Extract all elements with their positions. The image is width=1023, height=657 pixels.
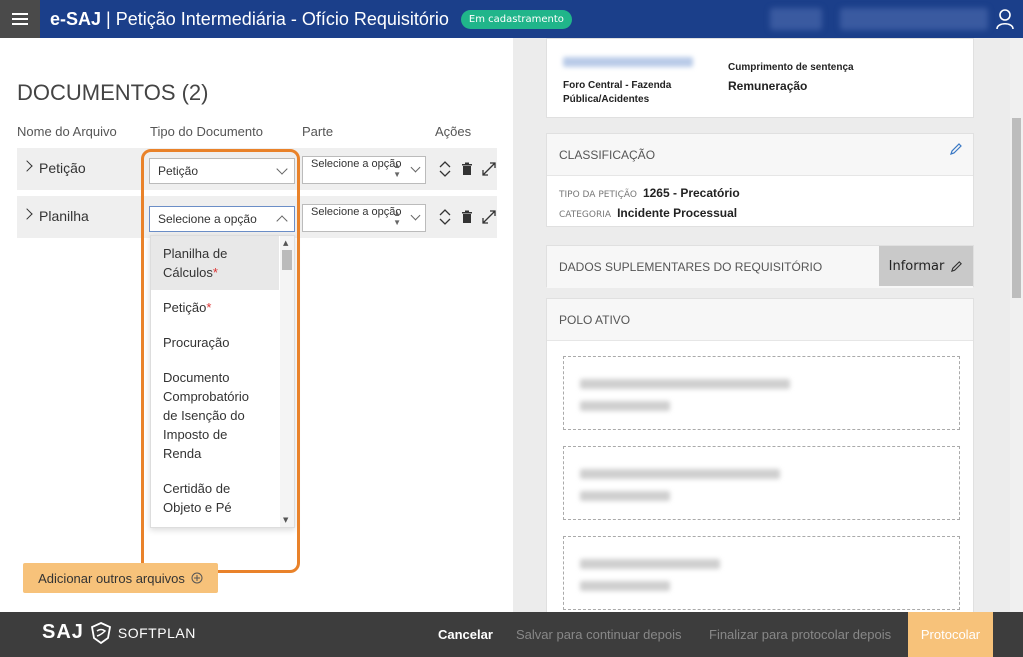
party-name-blurred: [580, 469, 780, 479]
process-number-blurred: [563, 57, 693, 67]
party-doc-blurred: [580, 401, 670, 411]
expand-icon[interactable]: [481, 160, 497, 178]
document-row-planilha: Planilha Selecione a opção Selecione a o…: [17, 196, 497, 238]
chevron-down-icon: [410, 210, 421, 221]
doc-type-value: Selecione a opção: [158, 212, 257, 226]
party-doc-blurred: [580, 491, 670, 501]
page-scrollbar[interactable]: [1010, 38, 1023, 612]
dropdown-option[interactable]: Procuração: [151, 325, 279, 360]
cancel-button[interactable]: Cancelar: [438, 612, 493, 657]
expand-chevron-icon[interactable]: [21, 208, 33, 220]
party-item[interactable]: [563, 536, 960, 610]
dropdown-option[interactable]: Certidão de Objeto e Pé: [151, 471, 279, 525]
footer-bar: SAJ SOFTPLAN Cancelar Salvar para contin…: [0, 612, 1023, 657]
party-item[interactable]: [563, 446, 960, 520]
subject-value: Remuneração: [728, 79, 808, 93]
supplementary-card: DADOS SUPLEMENTARES DO REQUISITÓRIO Info…: [546, 245, 974, 288]
details-pane: Foro Central - Fazenda Pública/Acidentes…: [513, 38, 1010, 612]
plus-circle-icon: [191, 572, 203, 584]
column-file-name: Nome do Arquivo: [17, 124, 117, 139]
doc-type-value: Petição: [158, 164, 199, 178]
party-doc-blurred: [580, 581, 670, 591]
edit-pencil-icon: [951, 260, 963, 272]
footer-logo: SAJ SOFTPLAN: [42, 621, 196, 644]
active-party-card: POLO ATIVO: [546, 298, 974, 612]
inform-button[interactable]: Informar: [879, 246, 973, 286]
column-doc-type: Tipo do Documento: [150, 124, 263, 139]
top-bar: e-SAJ | Petição Intermediária - Ofício R…: [0, 0, 1023, 38]
classification-header: CLASSIFICAÇÃO: [547, 134, 973, 176]
dropdown-scrollbar[interactable]: ▲ ▼: [280, 236, 294, 527]
reorder-icon[interactable]: [437, 208, 453, 226]
title-separator: |: [106, 8, 111, 29]
user-info-blurred: [770, 8, 822, 30]
add-files-label: Adicionar outros arquivos: [38, 570, 185, 586]
documents-pane: DOCUMENTOS (2) Nome do Arquivo Tipo do D…: [0, 38, 513, 612]
chevron-down-icon: [276, 163, 288, 175]
protocol-button[interactable]: Protocolar: [908, 612, 993, 657]
scroll-up-icon[interactable]: ▲: [283, 239, 288, 247]
doc-type-select[interactable]: Selecione a opção: [149, 206, 295, 232]
user-name-blurred: [840, 8, 988, 30]
dropdown-option[interactable]: Petição*: [151, 290, 279, 325]
dropdown-option[interactable]: Planilha de Cálculos*: [151, 236, 279, 290]
spinner-arrows-icon: ▲ ▼: [393, 161, 401, 179]
active-party-header: POLO ATIVO: [547, 299, 973, 341]
status-badge: Em cadastramento: [460, 9, 572, 29]
classification-card: CLASSIFICAÇÃO TIPO DA PETIÇÃO 1265 - Pre…: [546, 133, 974, 227]
edit-pencil-icon[interactable]: [949, 142, 963, 156]
user-icon[interactable]: [995, 8, 1015, 30]
document-row-peticao: Petição Petição Selecione a opção ▲ ▼: [17, 148, 497, 190]
column-party: Parte: [302, 124, 334, 139]
party-select[interactable]: Selecione a opção ▲ ▼: [302, 156, 426, 184]
document-name: Petição: [39, 160, 86, 176]
category-row: CATEGORIA Incidente Processual: [559, 206, 738, 220]
scroll-thumb[interactable]: [1012, 118, 1021, 298]
party-value: Selecione a opção: [311, 158, 402, 170]
page-title: e-SAJ | Petição Intermediária - Ofício R…: [50, 9, 449, 30]
column-actions: Ações: [435, 124, 472, 139]
chevron-up-icon: [276, 215, 288, 227]
forum-value: Foro Central - Fazenda Pública/Acidentes: [563, 80, 672, 105]
party-value: Selecione a opção: [311, 206, 402, 218]
petition-type-row: TIPO DA PETIÇÃO 1265 - Precatório: [559, 186, 740, 200]
doc-type-select[interactable]: Petição: [149, 158, 295, 184]
party-select[interactable]: Selecione a opção ▲ ▼: [302, 204, 426, 232]
saj-logo: SAJ: [42, 621, 84, 643]
class-value: Cumprimento de sentença: [728, 62, 854, 73]
trash-icon[interactable]: [459, 208, 475, 226]
doc-type-dropdown: Planilha de Cálculos* Petição* Procuraçã…: [150, 235, 295, 528]
page-title-text: Petição Intermediária - Ofício Requisitó…: [115, 8, 449, 29]
documents-title: DOCUMENTOS (2): [17, 80, 209, 105]
hamburger-menu-icon[interactable]: [0, 0, 40, 38]
app-name: e-SAJ: [50, 8, 102, 29]
process-info-card: Foro Central - Fazenda Pública/Acidentes…: [546, 38, 974, 118]
add-files-button[interactable]: Adicionar outros arquivos: [23, 563, 218, 593]
softplan-shield-icon: [90, 621, 111, 644]
chevron-down-icon: [410, 162, 421, 173]
expand-icon[interactable]: [481, 208, 497, 226]
trash-icon[interactable]: [459, 160, 475, 178]
dropdown-option[interactable]: Documento Comprobatório de Isenção do Im…: [151, 360, 279, 471]
scroll-down-icon[interactable]: ▼: [283, 516, 288, 524]
party-name-blurred: [580, 379, 790, 389]
softplan-logo: SOFTPLAN: [117, 624, 196, 641]
row-actions: [437, 208, 497, 226]
reorder-icon[interactable]: [437, 160, 453, 178]
document-name: Planilha: [39, 208, 89, 224]
save-later-button[interactable]: Salvar para continuar depois: [516, 612, 682, 657]
expand-chevron-icon[interactable]: [21, 160, 33, 172]
party-name-blurred: [580, 559, 720, 569]
party-item[interactable]: [563, 356, 960, 430]
finalize-later-button[interactable]: Finalizar para protocolar depois: [709, 612, 891, 657]
scroll-thumb[interactable]: [282, 250, 292, 270]
spinner-arrows-icon: ▲ ▼: [393, 209, 401, 227]
row-actions: [437, 160, 497, 178]
